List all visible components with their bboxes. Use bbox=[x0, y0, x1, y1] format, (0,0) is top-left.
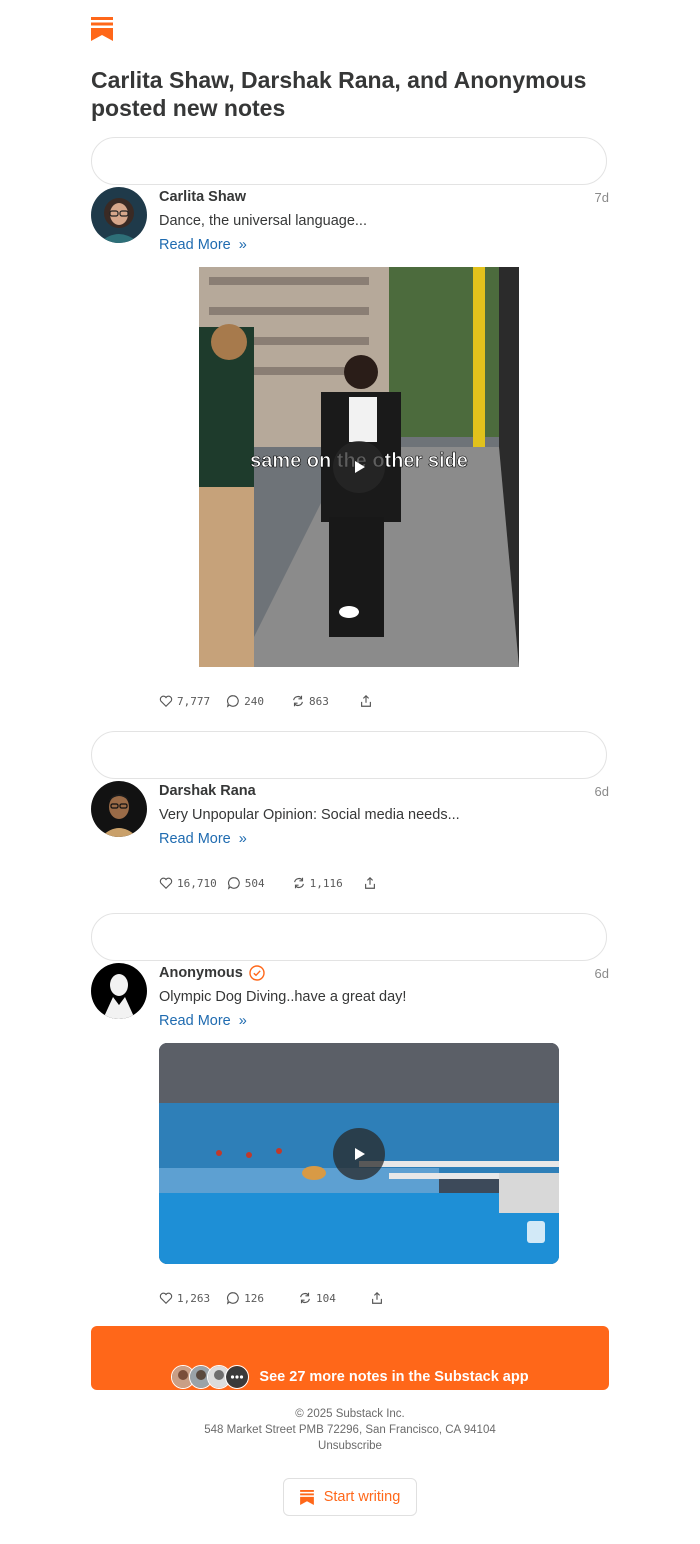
comment-button[interactable]: 504 bbox=[227, 876, 265, 890]
banner-label: See 27 more notes in the Substack app bbox=[259, 1369, 529, 1385]
note-video[interactable]: same on the other side bbox=[199, 267, 519, 667]
restack-button[interactable]: 104 bbox=[298, 1291, 336, 1305]
substack-logo-icon[interactable] bbox=[91, 17, 113, 41]
page-title: Carlita Shaw, Darshak Rana, and Anonymou… bbox=[91, 67, 587, 121]
note-text: Olympic Dog Diving..have a great day! bbox=[159, 989, 407, 1005]
play-icon[interactable] bbox=[333, 441, 385, 493]
comment-button[interactable]: 240 bbox=[226, 694, 264, 708]
like-button[interactable]: 16,710 bbox=[159, 876, 217, 890]
note-actions: 1,263 126 104 bbox=[159, 1289, 384, 1307]
restack-button[interactable]: 863 bbox=[291, 694, 329, 708]
share-icon bbox=[364, 876, 375, 889]
read-more-link[interactable]: Read More » bbox=[159, 237, 247, 253]
restack-count: 104 bbox=[316, 1291, 336, 1305]
comment-count: 240 bbox=[244, 694, 264, 708]
like-count: 7,777 bbox=[177, 694, 211, 708]
double-chevron-right-icon: » bbox=[234, 237, 247, 253]
restack-count: 863 bbox=[309, 694, 329, 708]
note-author[interactable]: Anonymous bbox=[159, 965, 265, 981]
read-more-label: Read More bbox=[159, 237, 231, 253]
read-more-label: Read More bbox=[159, 831, 231, 847]
play-icon[interactable] bbox=[333, 1128, 385, 1180]
footer-copyright: © 2025 Substack Inc. bbox=[295, 1408, 405, 1420]
restack-icon bbox=[300, 1292, 310, 1304]
note-reply-box[interactable] bbox=[91, 731, 607, 779]
comment-count: 126 bbox=[244, 1291, 264, 1305]
heart-icon bbox=[159, 1292, 173, 1305]
note-text: Dance, the universal language... bbox=[159, 213, 367, 229]
share-icon bbox=[360, 694, 371, 707]
like-count: 16,710 bbox=[177, 876, 217, 890]
share-button[interactable] bbox=[359, 694, 373, 708]
share-button[interactable] bbox=[370, 1291, 384, 1305]
note-timestamp: 7d bbox=[594, 190, 609, 205]
like-count: 1,263 bbox=[177, 1291, 211, 1305]
avatar-stack bbox=[171, 1365, 250, 1389]
comment-icon bbox=[227, 1292, 239, 1305]
unsubscribe-link[interactable]: Unsubscribe bbox=[0, 1440, 700, 1452]
share-button[interactable] bbox=[363, 876, 377, 890]
comment-button[interactable]: 126 bbox=[226, 1291, 264, 1305]
share-icon bbox=[371, 1291, 382, 1304]
note-actions: 7,777 240 863 bbox=[159, 692, 373, 710]
note-reply-box[interactable] bbox=[91, 913, 607, 961]
note-timestamp: 6d bbox=[594, 784, 609, 799]
comment-icon bbox=[227, 695, 239, 708]
like-button[interactable]: 7,777 bbox=[159, 694, 210, 708]
avatar[interactable] bbox=[91, 187, 147, 243]
verified-badge-icon bbox=[249, 965, 265, 981]
comment-count: 504 bbox=[244, 876, 265, 890]
substack-logo-icon bbox=[299, 1489, 314, 1505]
avatar[interactable] bbox=[91, 781, 147, 837]
note-timestamp: 6d bbox=[594, 966, 609, 981]
read-more-link[interactable]: Read More » bbox=[159, 1013, 247, 1029]
restack-icon bbox=[293, 877, 304, 889]
read-more-link[interactable]: Read More » bbox=[159, 831, 247, 847]
note-author-name: Anonymous bbox=[159, 965, 243, 981]
restack-button[interactable]: 1,116 bbox=[292, 876, 343, 890]
note-actions: 16,710 504 1,116 bbox=[159, 874, 377, 892]
double-chevron-right-icon: » bbox=[234, 831, 247, 847]
heart-icon bbox=[159, 695, 173, 708]
double-chevron-right-icon: » bbox=[234, 1013, 247, 1029]
comment-icon bbox=[227, 877, 240, 890]
footer-address: 548 Market Street PMB 72296, San Francis… bbox=[204, 1424, 496, 1436]
note-author[interactable]: Darshak Rana bbox=[159, 783, 256, 799]
note-reply-box[interactable] bbox=[91, 137, 607, 185]
avatar[interactable] bbox=[91, 963, 147, 1019]
note-video[interactable] bbox=[159, 1043, 559, 1264]
start-writing-button[interactable]: Start writing bbox=[283, 1478, 417, 1516]
note-author[interactable]: Carlita Shaw bbox=[159, 189, 246, 205]
heart-icon bbox=[159, 877, 173, 890]
ellipsis-icon bbox=[225, 1365, 250, 1389]
like-button[interactable]: 1,263 bbox=[159, 1291, 210, 1305]
note-text: Very Unpopular Opinion: Social media nee… bbox=[159, 807, 460, 823]
start-writing-label: Start writing bbox=[323, 1489, 401, 1505]
restack-icon bbox=[293, 695, 303, 707]
read-more-label: Read More bbox=[159, 1013, 231, 1029]
open-app-banner[interactable]: See 27 more notes in the Substack app bbox=[91, 1326, 609, 1390]
restack-count: 1,116 bbox=[309, 876, 343, 890]
